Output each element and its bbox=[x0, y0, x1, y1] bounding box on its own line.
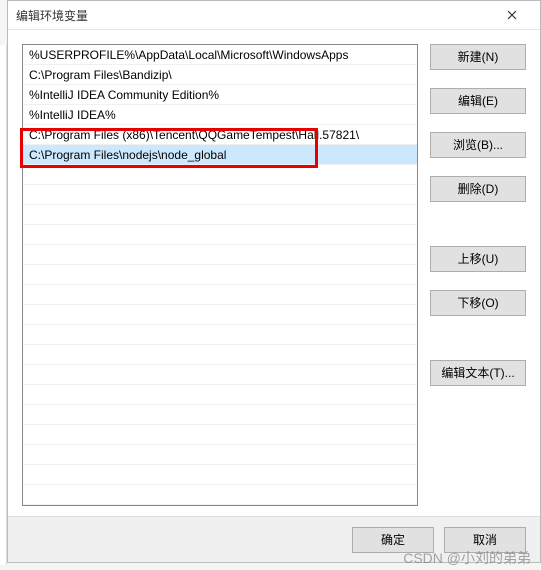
list-item[interactable]: C:\Program Files (x86)\Tencent\QQGameTem… bbox=[23, 125, 417, 145]
new-button[interactable]: 新建(N) bbox=[430, 44, 526, 70]
list-item[interactable]: %IntelliJ IDEA% bbox=[23, 105, 417, 125]
list-item[interactable] bbox=[23, 325, 417, 345]
list-item[interactable] bbox=[23, 465, 417, 485]
env-var-edit-dialog: 编辑环境变量 %USERPROFILE%\AppData\Local\Micro… bbox=[7, 0, 541, 563]
list-item[interactable] bbox=[23, 425, 417, 445]
list-item[interactable] bbox=[23, 345, 417, 365]
dialog-footer: 确定 取消 bbox=[8, 516, 540, 562]
list-item[interactable] bbox=[23, 405, 417, 425]
list-item[interactable] bbox=[23, 205, 417, 225]
list-item[interactable] bbox=[23, 225, 417, 245]
browse-button[interactable]: 浏览(B)... bbox=[430, 132, 526, 158]
list-item[interactable] bbox=[23, 245, 417, 265]
list-item[interactable]: %USERPROFILE%\AppData\Local\Microsoft\Wi… bbox=[23, 45, 417, 65]
list-item[interactable] bbox=[23, 165, 417, 185]
titlebar: 编辑环境变量 bbox=[8, 1, 540, 30]
list-item[interactable] bbox=[23, 445, 417, 465]
list-item[interactable] bbox=[23, 265, 417, 285]
cancel-button[interactable]: 取消 bbox=[444, 527, 526, 553]
list-item[interactable]: C:\Program Files\nodejs\node_global bbox=[23, 145, 417, 165]
list-item[interactable]: %IntelliJ IDEA Community Edition% bbox=[23, 85, 417, 105]
button-column: 新建(N) 编辑(E) 浏览(B)... 删除(D) 上移(U) 下移(O) 编… bbox=[430, 44, 526, 506]
ok-button[interactable]: 确定 bbox=[352, 527, 434, 553]
path-list[interactable]: %USERPROFILE%\AppData\Local\Microsoft\Wi… bbox=[22, 44, 418, 506]
close-icon[interactable] bbox=[492, 1, 532, 29]
move-up-button[interactable]: 上移(U) bbox=[430, 246, 526, 272]
list-item[interactable] bbox=[23, 385, 417, 405]
list-item[interactable] bbox=[23, 185, 417, 205]
list-item[interactable]: C:\Program Files\Bandizip\ bbox=[23, 65, 417, 85]
edit-button[interactable]: 编辑(E) bbox=[430, 88, 526, 114]
list-item[interactable] bbox=[23, 365, 417, 385]
list-item[interactable] bbox=[23, 285, 417, 305]
path-list-container: %USERPROFILE%\AppData\Local\Microsoft\Wi… bbox=[22, 44, 418, 506]
window-title: 编辑环境变量 bbox=[16, 7, 492, 24]
dialog-content: %USERPROFILE%\AppData\Local\Microsoft\Wi… bbox=[8, 30, 540, 516]
list-item[interactable] bbox=[23, 485, 417, 505]
edit-text-button[interactable]: 编辑文本(T)... bbox=[430, 360, 526, 386]
delete-button[interactable]: 删除(D) bbox=[430, 176, 526, 202]
list-item[interactable] bbox=[23, 305, 417, 325]
move-down-button[interactable]: 下移(O) bbox=[430, 290, 526, 316]
